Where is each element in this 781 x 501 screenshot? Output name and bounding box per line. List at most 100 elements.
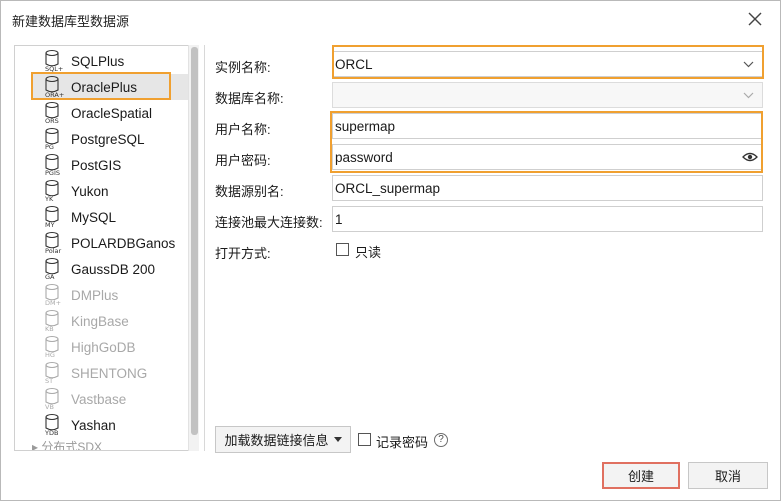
tree-scrollbar[interactable] (188, 45, 199, 451)
tree-item-oracleplus[interactable]: ORA+ OraclePlus (32, 74, 190, 100)
readonly-label: 只读 (355, 245, 382, 260)
load-connection-info-label: 加载数据链接信息 (224, 433, 329, 448)
database-icon: YDB (44, 413, 59, 437)
caret-down-icon (333, 437, 342, 442)
tree-group-distributed-sdx[interactable]: ▸ 分布式SDX (32, 438, 102, 450)
database-icon: ORA+ (45, 75, 64, 99)
tree-item-label: MySQL (71, 209, 117, 225)
tree-item-kingbase[interactable]: KB KingBase (32, 308, 190, 334)
chevron-down-icon[interactable] (743, 60, 754, 68)
instance-name-value: ORCL (335, 57, 373, 72)
database-type-tag: VB (45, 403, 54, 411)
tree-item-label: Yukon (71, 183, 109, 199)
password-input[interactable]: password (332, 144, 763, 170)
database-icon: HG (45, 335, 59, 359)
database-icon: SQL+ (45, 49, 63, 73)
datasource-type-tree[interactable]: SQL+ SQLPlus ORA+ OraclePlus ORS OracleSpatia… (14, 45, 199, 451)
database-icon: YK (44, 179, 59, 203)
tree-item-oraclespatial[interactable]: ORS OracleSpatial (32, 100, 190, 126)
database-type-tag: ORA+ (45, 91, 64, 99)
tree-item-label: SHENTONG (71, 365, 148, 381)
chevron-down-icon[interactable] (743, 91, 754, 99)
database-icon: DM+ (45, 283, 61, 307)
tree-item-label: OraclePlus (71, 79, 138, 95)
alias-input[interactable]: ORCL_supermap (332, 175, 763, 201)
database-type-tag: HG (45, 351, 55, 359)
database-type-tag: MY (45, 221, 55, 229)
tree-item-yukon[interactable]: YK Yukon (32, 178, 190, 204)
database-type-tag: SQL+ (45, 65, 63, 73)
database-type-tag: ORS (45, 117, 59, 125)
tree-item-label: PostGIS (71, 157, 122, 173)
cancel-button[interactable]: 取消 (688, 462, 768, 489)
tree-item-label: GaussDB 200 (71, 261, 156, 277)
readonly-checkbox[interactable] (336, 243, 349, 256)
alias-label: 数据源别名: (215, 184, 284, 199)
tree-item-label: SQLPlus (71, 53, 125, 69)
database-type-tag: GA (45, 273, 55, 281)
database-type-tag: PG (45, 143, 54, 151)
tree-item-postgresql[interactable]: PG PostgreSQL (32, 126, 190, 152)
database-icon: PG (45, 127, 59, 151)
open-mode-label: 打开方式: (215, 246, 271, 261)
tree-item-dmplus[interactable]: DM+ DMPlus (32, 282, 190, 308)
database-type-tag: ST (45, 377, 53, 385)
tree-item-label: HighGoDB (71, 339, 136, 355)
database-type-tag: Polar (45, 247, 61, 255)
new-database-datasource-dialog: 新建数据库型数据源 SQL+ SQLPlus ORA+ OraclePlus ORS Or… (0, 0, 781, 501)
alias-value: ORCL_supermap (335, 181, 441, 196)
create-button[interactable]: 创建 (602, 462, 680, 489)
panel-divider (204, 45, 205, 451)
tree-item-postgis[interactable]: PGIS PostGIS (32, 152, 190, 178)
database-icon: Polar (45, 231, 61, 255)
database-icon: PGIS (45, 153, 60, 177)
database-icon: VB (45, 387, 59, 411)
database-type-tag: DM+ (45, 299, 61, 307)
tree-item-label: Vastbase (71, 391, 127, 407)
tree-item-vastbase[interactable]: VB Vastbase (32, 386, 190, 412)
password-label: 用户密码: (215, 153, 271, 168)
tree-item-mysql[interactable]: MY MySQL (32, 204, 190, 230)
tree-item-label: POLARDBGanos (71, 235, 176, 251)
tree-item-sqlplus[interactable]: SQL+ SQLPlus (32, 48, 190, 74)
remember-password-label: 记录密码 (376, 435, 429, 450)
pool-size-input[interactable]: 1 (332, 206, 763, 232)
database-name-combobox[interactable] (332, 82, 763, 108)
remember-password-checkbox[interactable] (358, 433, 371, 446)
tree-item-yashan[interactable]: YDB Yashan (32, 412, 190, 438)
instance-name-combobox[interactable]: ORCL (332, 51, 763, 77)
tree-item-gaussdb-200[interactable]: GA GaussDB 200 (32, 256, 190, 282)
username-label: 用户名称: (215, 122, 271, 137)
database-name-label: 数据库名称: (215, 91, 284, 106)
tree-item-polardbganos[interactable]: Polar POLARDBGanos (32, 230, 190, 256)
tree-item-label: Yashan (71, 417, 116, 433)
password-value: password (335, 150, 393, 165)
database-type-tag: PGIS (45, 169, 60, 177)
tree-scrollbar-thumb[interactable] (191, 47, 198, 435)
username-value: supermap (335, 119, 396, 134)
database-icon: MY (45, 205, 59, 229)
tree-item-label: OracleSpatial (71, 105, 153, 121)
instance-name-label: 实例名称: (215, 60, 271, 75)
username-input[interactable]: supermap (332, 113, 763, 139)
database-type-tag: KB (45, 325, 54, 333)
pool-size-label: 连接池最大连接数: (215, 215, 323, 230)
database-icon: ST (45, 361, 59, 385)
eye-icon[interactable] (742, 151, 758, 163)
dialog-title: 新建数据库型数据源 (12, 14, 130, 29)
load-connection-info-dropdown[interactable]: 加载数据链接信息 (215, 426, 351, 453)
tree-item-label: KingBase (71, 313, 129, 329)
database-icon: ORS (45, 101, 59, 125)
help-icon[interactable]: ? (434, 433, 448, 447)
tree-item-label: PostgreSQL (71, 131, 145, 147)
pool-size-value: 1 (335, 212, 343, 227)
tree-item-shentong[interactable]: ST SHENTONG (32, 360, 190, 386)
database-type-tag: YK (44, 195, 54, 203)
close-icon[interactable] (746, 10, 764, 28)
database-icon: GA (45, 257, 59, 281)
title-bar: 新建数据库型数据源 (1, 1, 780, 37)
tree-item-label: DMPlus (71, 287, 119, 303)
database-icon: KB (45, 309, 59, 333)
tree-item-highgodb[interactable]: HG HighGoDB (32, 334, 190, 360)
database-type-tag: YDB (44, 429, 58, 437)
